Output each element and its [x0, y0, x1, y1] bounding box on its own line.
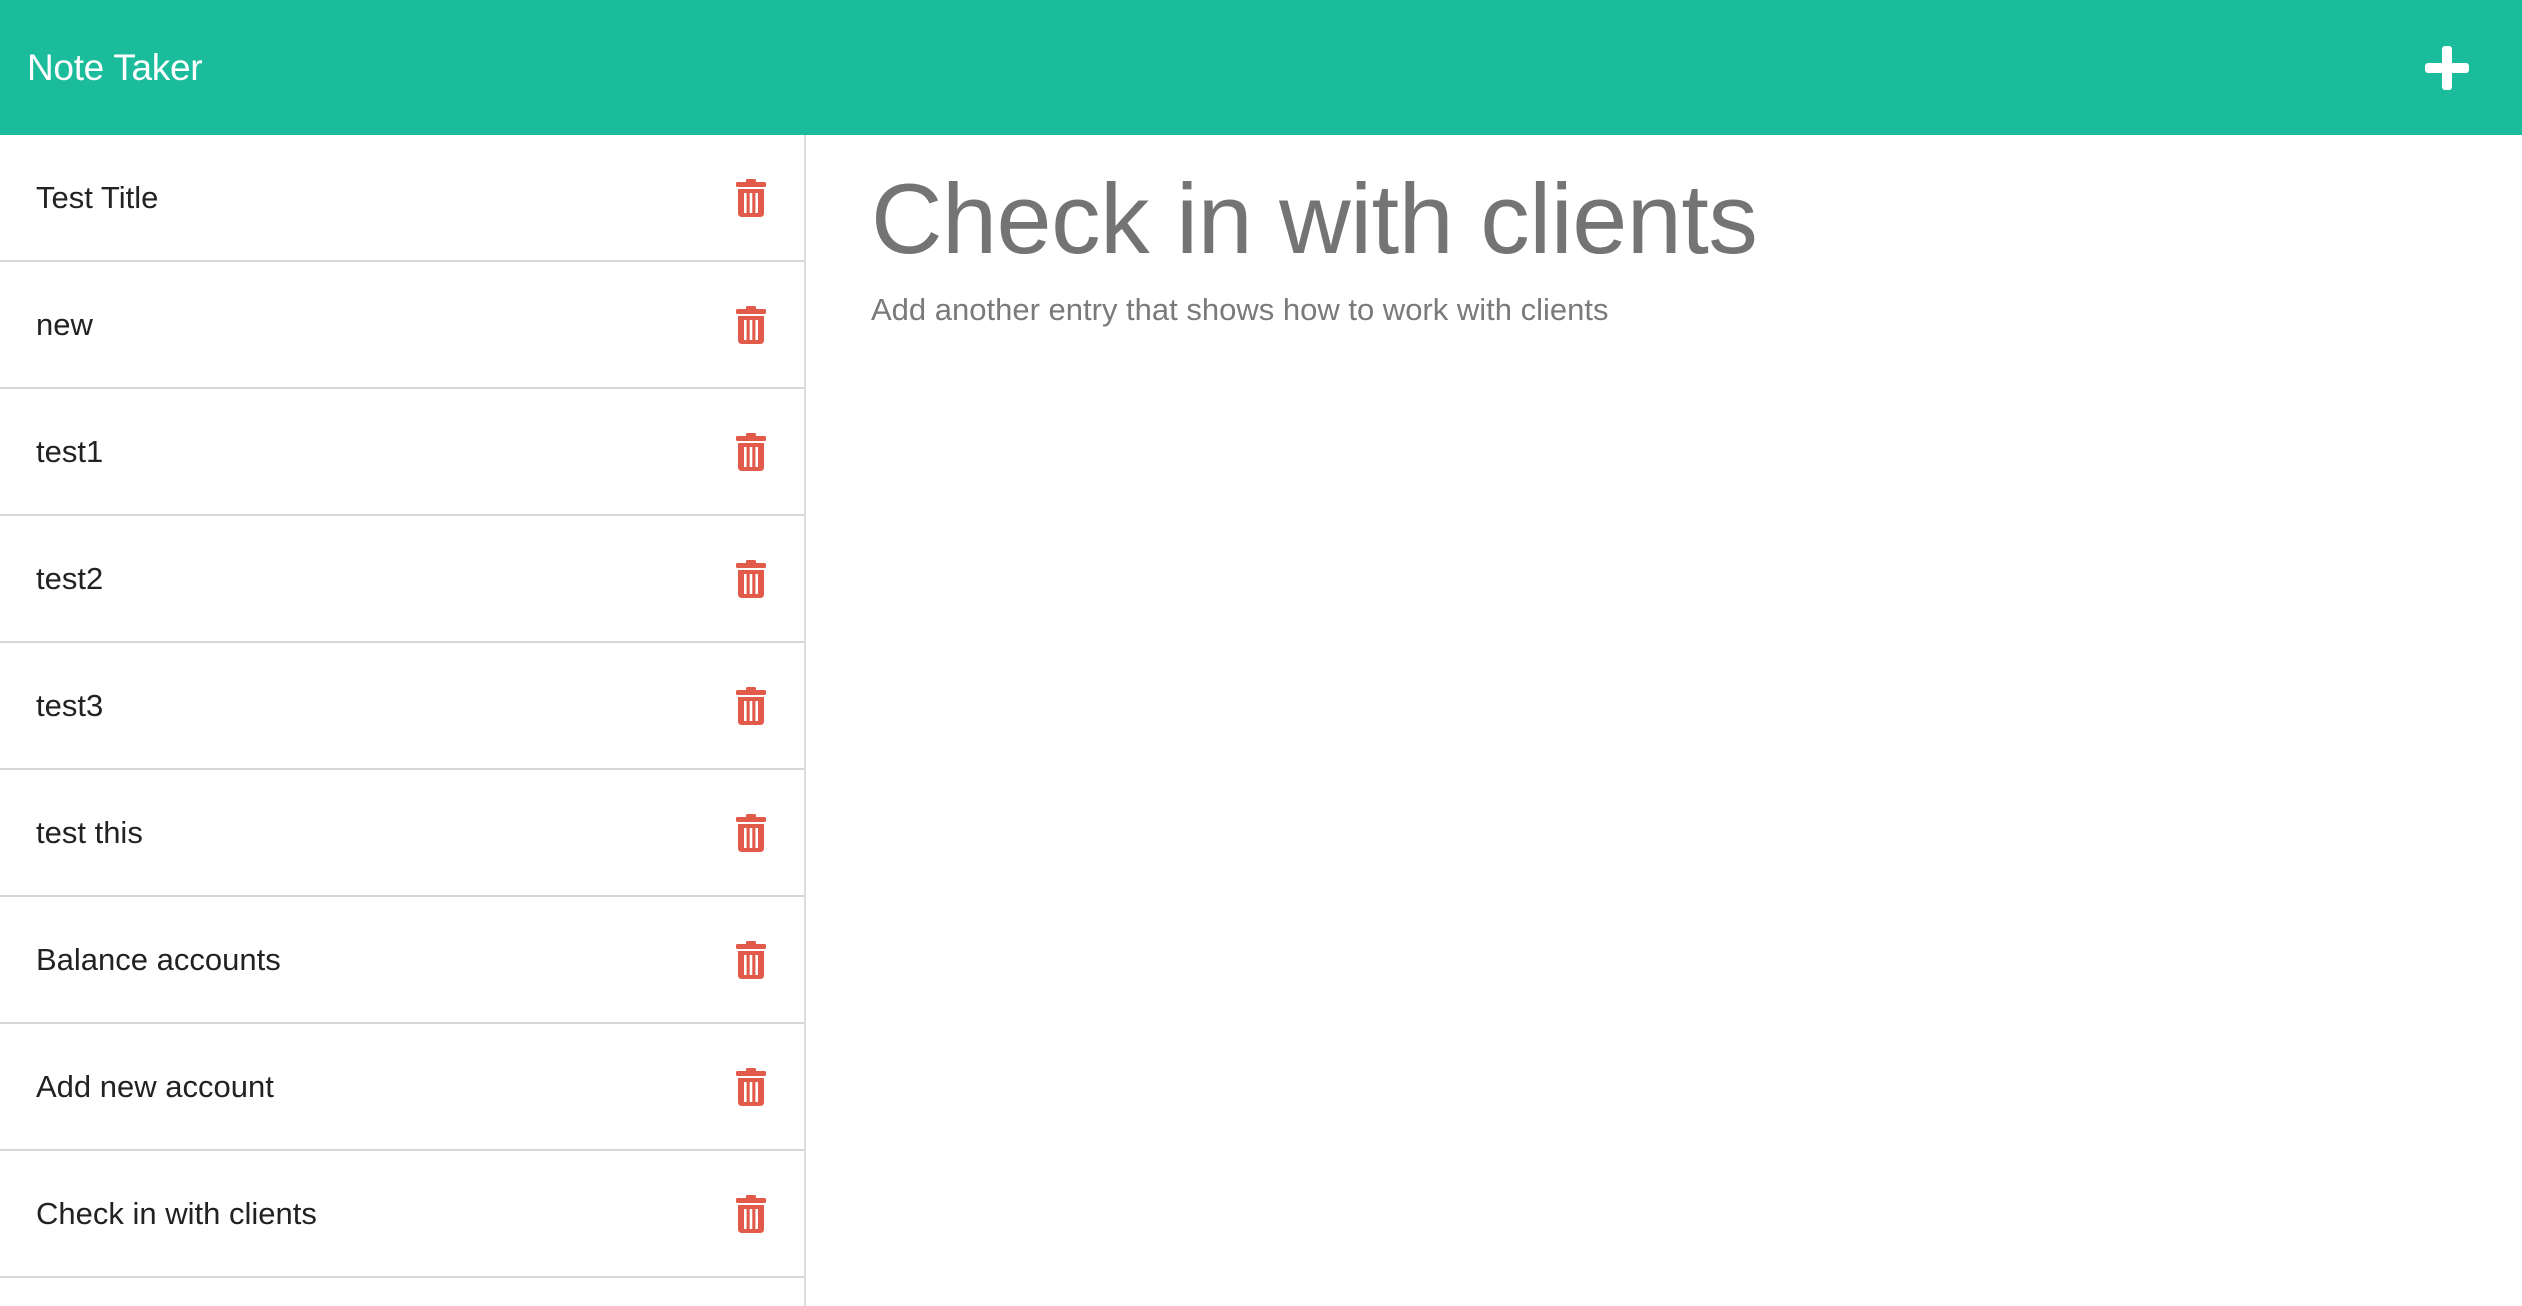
note-list-item[interactable]: Test Title: [0, 135, 804, 262]
note-list-item-title: Test Title: [36, 179, 159, 215]
trash-icon[interactable]: [736, 686, 766, 725]
note-list-item-title: new: [36, 306, 93, 342]
note-list-item[interactable]: Add new account: [0, 1024, 804, 1151]
trash-icon[interactable]: [736, 940, 766, 979]
note-list-item[interactable]: test this: [0, 770, 804, 897]
note-list-item-title: Balance accounts: [36, 941, 281, 977]
navbar: Note Taker: [0, 0, 2522, 135]
trash-icon[interactable]: [736, 813, 766, 852]
note-list-item-title: test2: [36, 560, 104, 596]
note-list-item[interactable]: new: [0, 262, 804, 389]
note-title-input[interactable]: [871, 162, 2471, 276]
trash-icon[interactable]: [736, 178, 766, 217]
note-list-item-title: test this: [36, 814, 143, 850]
note-list-item[interactable]: Balance accounts: [0, 897, 804, 1024]
plus-icon: [2425, 45, 2469, 90]
new-note-button[interactable]: [2415, 36, 2479, 100]
note-list-item[interactable]: Check in with clients: [0, 1151, 804, 1278]
note-text-area[interactable]: [871, 289, 2471, 1090]
trash-icon[interactable]: [736, 1194, 766, 1233]
trash-icon[interactable]: [736, 432, 766, 471]
note-list-item-title: test3: [36, 687, 104, 723]
brand-title[interactable]: Note Taker: [27, 47, 203, 89]
note-list-item[interactable]: test2: [0, 516, 804, 643]
trash-icon[interactable]: [736, 559, 766, 598]
note-list-item-title: test1: [36, 433, 104, 469]
note-list: Test Title new test1 test2 test3 test th…: [0, 135, 806, 1306]
note-list-item[interactable]: test3: [0, 643, 804, 770]
note-list-item[interactable]: test1: [0, 389, 804, 516]
note-list-item-title: Check in with clients: [36, 1195, 317, 1231]
trash-icon[interactable]: [736, 1067, 766, 1106]
trash-icon[interactable]: [736, 305, 766, 344]
note-list-item-title: Add new account: [36, 1068, 274, 1104]
note-editor: [871, 135, 2471, 1306]
